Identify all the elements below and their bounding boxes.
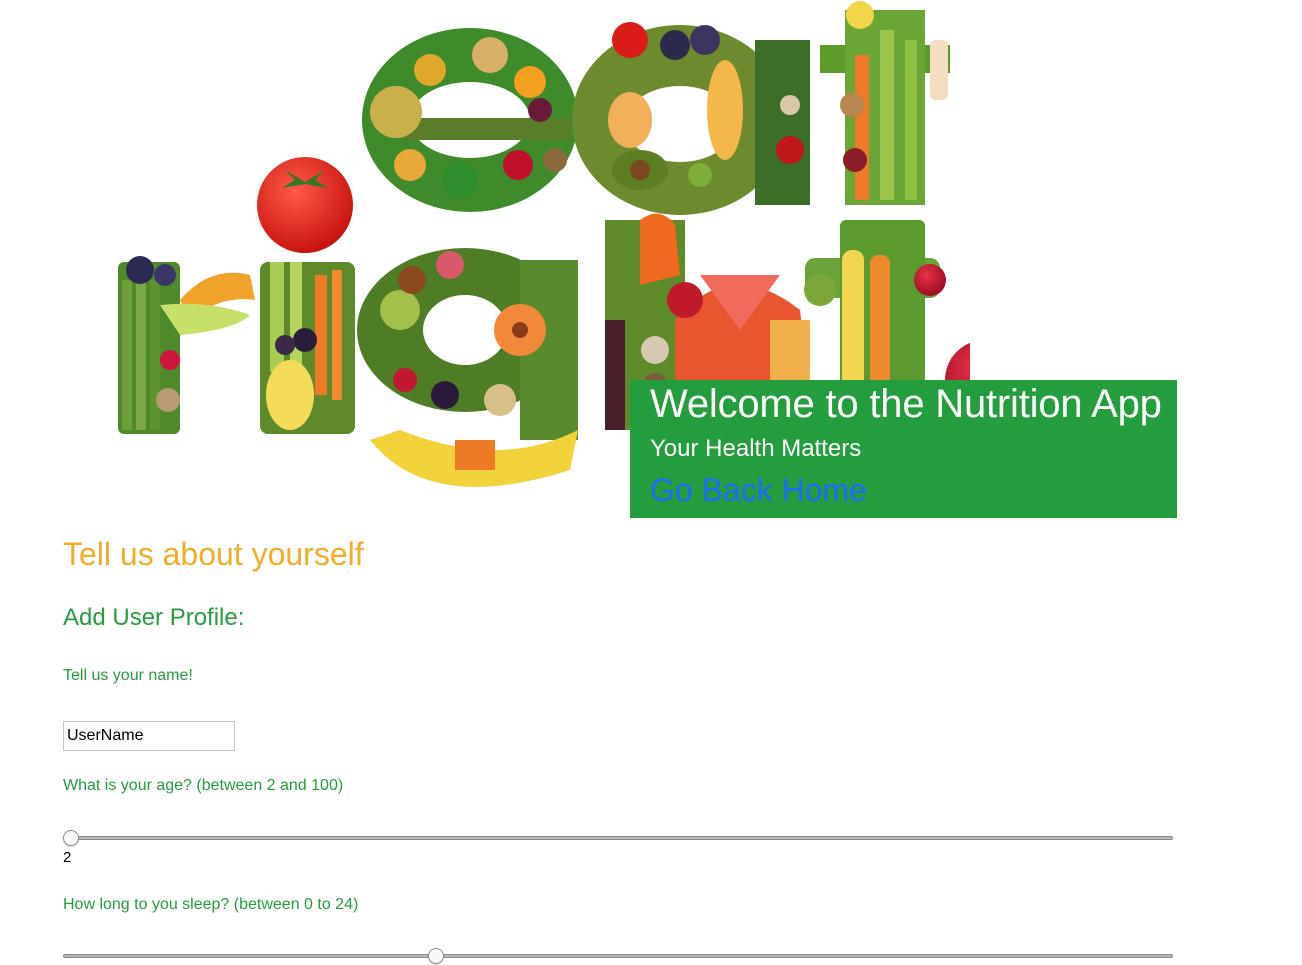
app-subtitle: Your Health Matters [650,435,862,462]
letter-a-produce [572,22,810,215]
app-title: Welcome to the Nutrition App [650,382,1162,426]
age-slider-thumb[interactable] [63,830,79,846]
sleep-slider-track[interactable] [63,954,1173,958]
letter-e-produce [362,28,578,212]
letter-t-produce [820,1,950,205]
age-slider-track[interactable] [63,836,1173,840]
welcome-banner: Welcome to the Nutrition App Your Health… [630,380,1177,518]
sleep-label: How long to you sleep? (between 0 to 24) [63,896,359,913]
section-heading: Tell us about yourself [63,536,364,572]
add-user-profile-heading: Add User Profile: [63,604,245,631]
name-input[interactable] [63,721,235,751]
sleep-slider[interactable] [63,947,1173,965]
age-slider[interactable] [63,829,1173,847]
letter-r-produce [118,256,255,434]
letter-i-produce [260,262,355,434]
age-label: What is your age? (between 2 and 100) [63,777,344,794]
tomato [257,157,353,253]
name-label: Tell us your name! [63,667,193,684]
age-value: 2 [63,849,72,866]
sleep-slider-thumb[interactable] [427,948,444,964]
letter-g-produce [357,248,578,487]
go-back-home-link[interactable]: Go Back Home [650,472,867,509]
